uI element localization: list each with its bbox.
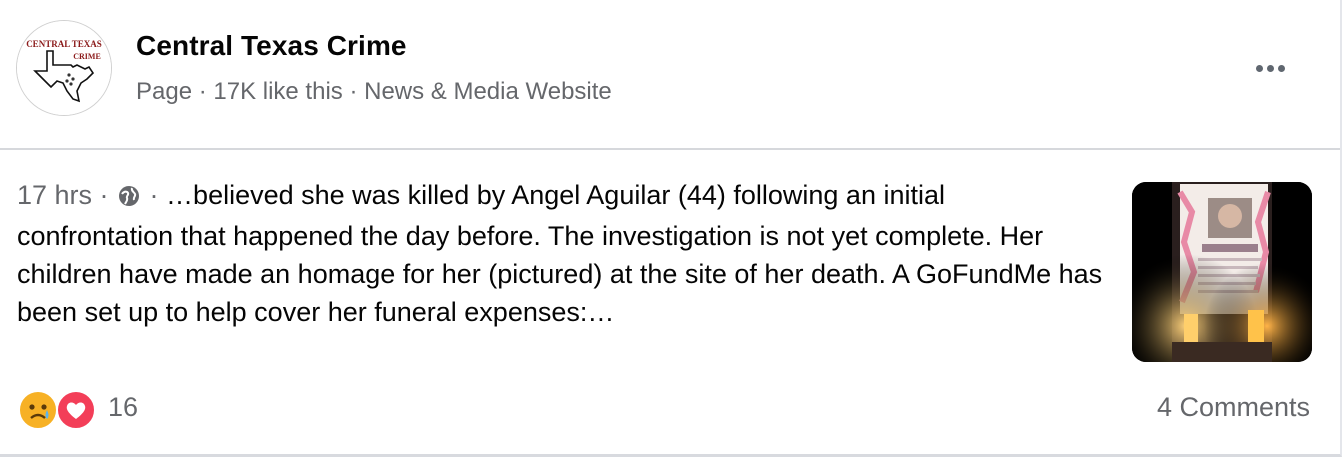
- page-meta: Page · 17K like this · News & Media Webs…: [136, 78, 612, 105]
- post-card: CENTRAL TEXAS CRIME Central Texas Crime …: [0, 0, 1342, 457]
- post-photo[interactable]: [1132, 182, 1312, 362]
- globe-icon[interactable]: [118, 179, 140, 217]
- logo-line-1: CENTRAL TEXAS: [26, 39, 102, 49]
- sad-reaction-icon: [18, 390, 58, 430]
- post-text: …believed she was killed by Angel Aguila…: [17, 180, 1103, 327]
- header-divider: [0, 148, 1340, 150]
- page-avatar[interactable]: CENTRAL TEXAS CRIME: [16, 20, 112, 116]
- comments-link[interactable]: 4 Comments: [1157, 392, 1310, 423]
- reaction-count[interactable]: 16: [108, 392, 138, 423]
- post-timestamp[interactable]: 17 hrs: [17, 180, 92, 210]
- more-options-icon[interactable]: [1250, 52, 1290, 84]
- love-reaction-icon: [56, 390, 96, 430]
- page-name[interactable]: Central Texas Crime: [136, 30, 407, 62]
- memorial-photo: [1132, 182, 1312, 362]
- post-header: CENTRAL TEXAS CRIME Central Texas Crime …: [0, 0, 1340, 148]
- central-texas-crime-logo: CENTRAL TEXAS CRIME: [17, 21, 111, 115]
- logo-line-2: CRIME: [73, 52, 101, 61]
- post-body: 17 hrs · · …believed she was killed by A…: [17, 176, 1107, 331]
- separator: ·: [142, 180, 167, 210]
- separator: ·: [92, 180, 117, 210]
